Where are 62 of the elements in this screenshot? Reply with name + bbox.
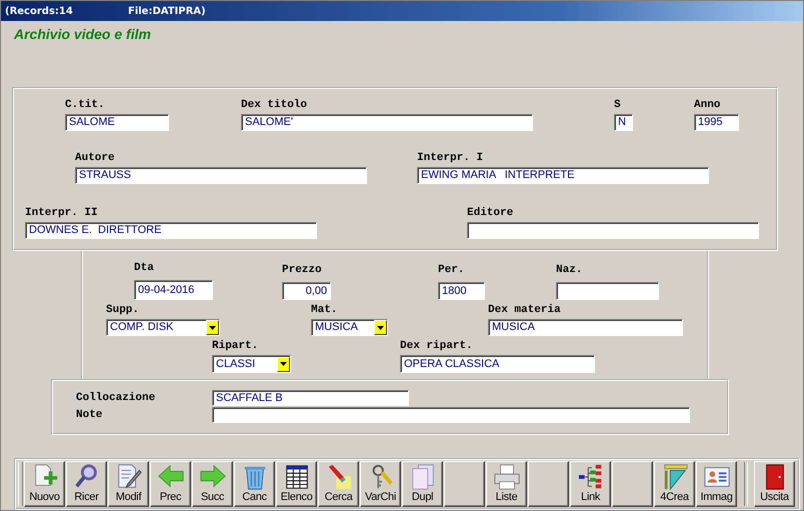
input-field[interactable]: 1995 [694, 114, 739, 131]
window-title: (Records:14 [5, 6, 74, 16]
input-field[interactable]: N [614, 114, 633, 131]
toolbar-button[interactable]: Uscita [754, 461, 795, 507]
field-label: Mat. [311, 304, 338, 317]
field-label: S [614, 99, 622, 112]
toolbar-button[interactable]: Nuovo [24, 461, 65, 507]
field-label: Dex ripart. [400, 340, 474, 353]
field-label: Collocazione [76, 392, 156, 404]
field-label: Editore [467, 207, 514, 220]
field-label: Ripart. [212, 340, 260, 353]
field-label: Naz. [556, 264, 584, 277]
input-field[interactable]: EWING MARIA INTERPRETE [417, 167, 709, 184]
field-label: Interpr. II [25, 207, 99, 220]
dropdown[interactable]: COMP. DISK [106, 319, 220, 336]
field-label: Per. [438, 264, 466, 277]
input-field[interactable]: DOWNES E. DIRETTORE [25, 222, 317, 239]
field-label: Interpr. I [417, 152, 484, 165]
field-label: Dta [134, 262, 155, 275]
input-field[interactable]: SALOME' [241, 114, 533, 131]
toolbar-button[interactable]: Canc [234, 461, 275, 507]
printer-icon [492, 463, 520, 491]
toolbar-button[interactable] [444, 461, 485, 507]
input-field[interactable]: SALOME [65, 114, 169, 131]
tree-diagram-icon [576, 463, 604, 491]
toolbar-button[interactable]: Liste [486, 461, 527, 507]
input-field[interactable]: STRAUSS [75, 167, 367, 184]
field-label: C.tit. [65, 99, 106, 112]
toolbar-button[interactable] [612, 461, 653, 507]
field-label: Autore [75, 152, 116, 165]
window-title: File:DATIPRA) [128, 6, 206, 16]
input-field[interactable]: 09-04-2016 [134, 280, 213, 300]
toolbar-button[interactable]: Ricer [66, 461, 107, 507]
input-field[interactable] [556, 282, 659, 300]
input-field[interactable]: MUSICA [488, 319, 683, 336]
toolbar-button[interactable]: Modif [108, 461, 149, 507]
toolbar-button[interactable]: 4Crea [654, 461, 695, 507]
toolbar-grip-icon[interactable] [18, 462, 23, 506]
toolbar-button[interactable]: Succ [192, 461, 233, 507]
field-label: Note [76, 408, 104, 422]
input-field[interactable]: SCAFFALE B [212, 390, 409, 406]
field-label: Prezzo [282, 264, 323, 277]
field-label: Dex titolo [241, 99, 308, 112]
field-label: Anno [694, 99, 722, 112]
form-heading: Archivio video e film [14, 26, 152, 44]
toolbar-button[interactable]: Dupl [402, 461, 443, 507]
toolbar-button[interactable]: Link [570, 461, 611, 507]
field-label: Dex materia [488, 304, 562, 317]
dropdown[interactable]: CLASSI [212, 355, 291, 373]
toolbar-button[interactable]: Elenco [276, 461, 317, 507]
input-field[interactable] [467, 222, 759, 239]
toolbar-button[interactable]: Immag [696, 461, 737, 507]
toolbar-button[interactable] [528, 461, 569, 507]
field-label: Supp. [106, 304, 140, 317]
toolbar-button[interactable]: Cerca [318, 461, 359, 507]
input-field[interactable]: 1800 [438, 282, 485, 300]
dropdown[interactable]: MUSICA [311, 319, 388, 336]
input-field[interactable]: OPERA CLASSICA [400, 355, 595, 373]
toolbar-button[interactable]: Prec [150, 461, 191, 507]
input-field[interactable]: 0,00 [282, 282, 331, 300]
toolbar-button[interactable]: VarChi [360, 461, 401, 507]
input-field[interactable] [212, 407, 690, 423]
